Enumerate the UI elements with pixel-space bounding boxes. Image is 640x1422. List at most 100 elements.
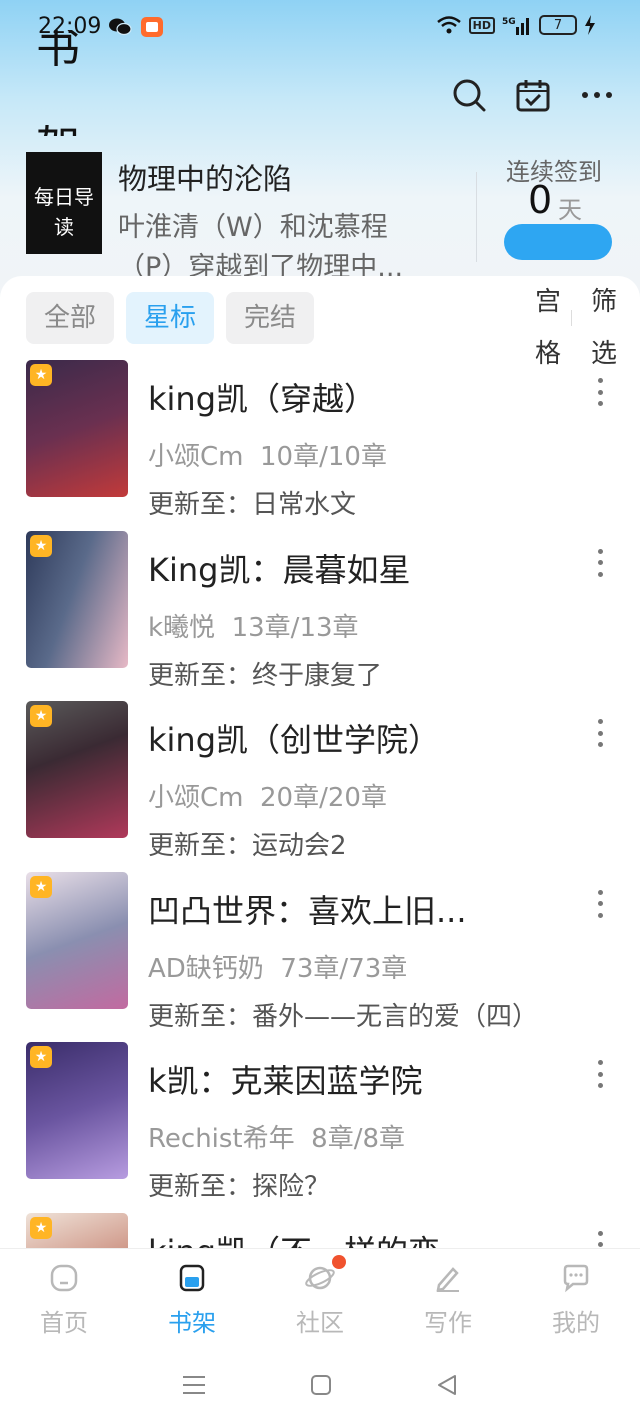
sign-in-button[interactable] (504, 224, 612, 260)
status-indicators: HD 5G 7 (436, 15, 596, 35)
calendar-check-icon (516, 80, 550, 112)
pen-icon (431, 1261, 465, 1295)
star-icon: ★ (30, 1216, 52, 1239)
nav-write[interactable]: 写作 (384, 1249, 512, 1348)
book-update: 更新至：日常水文 (148, 490, 357, 520)
daily-cover-text: 每日导 (34, 185, 94, 209)
star-icon: ★ (30, 364, 52, 386)
search-button[interactable] (450, 76, 488, 114)
star-icon: ★ (30, 534, 52, 557)
book-list: ★ king凯（穿越） 小颂Cm 10章/10章 更新至：日常水文 ★ King… (0, 360, 640, 1252)
planet-icon (303, 1261, 337, 1295)
wifi-icon (436, 16, 461, 34)
nav-label: 首页 (40, 1309, 88, 1337)
book-author: Rechist希年 (148, 1124, 295, 1154)
nav-label: 我的 (552, 1309, 600, 1337)
book-update: 更新至：运动会2 (148, 831, 347, 861)
hd-badge: HD (468, 16, 495, 34)
filter-tab-starred[interactable]: 星标 (126, 292, 215, 344)
bookshelf-panel: 全部 星标 完结 宫格 筛选 ★ king凯（穿越） 小颂Cm 10章/10章 … (0, 276, 640, 1252)
book-author: AD缺钙奶 (148, 953, 264, 984)
home-icon (47, 1261, 81, 1295)
book-title: king凯（穿越） (148, 380, 377, 418)
filter-tab-finished[interactable]: 完结 (226, 292, 315, 344)
list-item[interactable]: ★ King凯：晨暮如星 k曦悦 13章/13章 更新至：终于康复了 (0, 530, 640, 702)
bottom-navigation: 首页 书架 社区 写作 我的 (0, 1248, 640, 1348)
list-item[interactable]: ★ king凯（创世学院） 小颂Cm 20章/20章 更新至：运动会2 (0, 701, 640, 872)
signal-icon: 5G (502, 17, 529, 35)
more-button[interactable] (578, 76, 616, 114)
page-title-partial: 书 (36, 30, 80, 66)
svg-text:5G: 5G (502, 17, 516, 27)
daily-recommendation[interactable]: 每日导 读 物理中的沦陷 叶淮清（W）和沈慕程（P）穿越到了物理中... 连续签… (26, 152, 616, 278)
daily-description: 叶淮清（W）和沈慕程（P）穿越到了物理中... (118, 212, 404, 278)
status-app-icons (108, 16, 164, 38)
book-title: 凹凸世界：喜欢上旧... (148, 891, 467, 930)
menu-icon[interactable] (181, 1373, 207, 1397)
book-chapters: 8章/8章 (311, 1124, 406, 1154)
nav-profile[interactable]: 我的 (512, 1249, 640, 1348)
more-horizontal-icon (582, 92, 612, 98)
taobao-icon (141, 17, 163, 37)
more-vertical-icon[interactable] (590, 1060, 610, 1088)
back-icon[interactable] (435, 1373, 459, 1397)
sign-in-label: 连续签到 (506, 158, 602, 186)
divider (571, 310, 572, 326)
more-vertical-icon[interactable] (590, 889, 610, 918)
book-cover: ★ (26, 530, 128, 668)
nav-community[interactable]: 社区 (256, 1249, 384, 1348)
book-cover: ★ (26, 360, 128, 497)
daily-title: 物理中的沦陷 (118, 162, 293, 196)
divider (476, 172, 477, 262)
book-chapters: 20章/20章 (260, 783, 387, 813)
sign-in-unit: 天 (558, 196, 582, 224)
sign-in-count: 0 (528, 178, 553, 222)
nav-label: 写作 (424, 1309, 472, 1337)
charging-icon (585, 15, 595, 35)
book-chapters: 73章/73章 (280, 953, 408, 984)
checkin-button[interactable] (514, 76, 552, 114)
book-meta: AD缺钙奶 73章/73章 (148, 948, 407, 985)
page-title-partial-bottom: 架 (36, 118, 80, 136)
home-square-icon[interactable] (309, 1373, 333, 1397)
nav-label: 社区 (296, 1309, 344, 1337)
book-meta: 小颂Cm 10章/10章 (148, 436, 387, 473)
header-actions (450, 76, 616, 114)
book-update: 更新至：番外——无言的爱（四） (148, 1001, 539, 1032)
book-author: 小颂Cm (148, 783, 244, 813)
book-author: 小颂Cm (148, 442, 244, 472)
search-icon (453, 79, 486, 112)
daily-cover: 每日导 读 (26, 152, 102, 254)
book-title: King凯：晨暮如星 (148, 550, 411, 589)
book-cover: ★ (26, 701, 128, 838)
list-item[interactable]: ★ 凹凸世界：喜欢上旧... AD缺钙奶 73章/73章 更新至：番外——无言的… (0, 871, 640, 1043)
star-icon: ★ (30, 875, 52, 898)
star-icon: ★ (30, 1046, 52, 1068)
book-chapters: 13章/13章 (231, 612, 359, 643)
book-cover: ★ (26, 871, 128, 1009)
chat-icon (559, 1261, 593, 1295)
status-bar: 22:09 HD 5G 7 (0, 0, 640, 56)
wechat-icon (109, 18, 132, 36)
book-meta: k曦悦 13章/13章 (148, 607, 359, 644)
list-item[interactable]: ★ k凯：克莱因蓝学院 Rechist希年 8章/8章 更新至：探险？ (0, 1042, 640, 1213)
nav-bookshelf[interactable]: 书架 (128, 1249, 256, 1348)
book-cover: ★ (26, 1042, 128, 1179)
book-meta: 小颂Cm 20章/20章 (148, 777, 387, 814)
book-update: 更新至：探险？ (148, 1172, 331, 1202)
nav-label: 书架 (168, 1309, 216, 1337)
bookshelf-icon (175, 1261, 209, 1295)
book-cover: ★ (26, 1212, 128, 1252)
nav-home[interactable]: 首页 (0, 1249, 128, 1348)
book-chapters: 10章/10章 (260, 442, 387, 472)
filter-tab-all[interactable]: 全部 (26, 292, 115, 344)
more-vertical-icon[interactable] (590, 548, 610, 577)
book-meta: Rechist希年 8章/8章 (148, 1118, 405, 1155)
system-navigation (0, 1348, 640, 1422)
battery-indicator: 7 (539, 15, 577, 35)
book-title: king凯（创世学院） (148, 721, 441, 759)
more-vertical-icon[interactable] (590, 378, 610, 406)
list-item[interactable]: ★ king凯（穿越） 小颂Cm 10章/10章 更新至：日常水文 (0, 360, 640, 531)
more-vertical-icon[interactable] (590, 719, 610, 747)
list-item[interactable]: ★ king凯（不一样的恋 (0, 1212, 640, 1252)
